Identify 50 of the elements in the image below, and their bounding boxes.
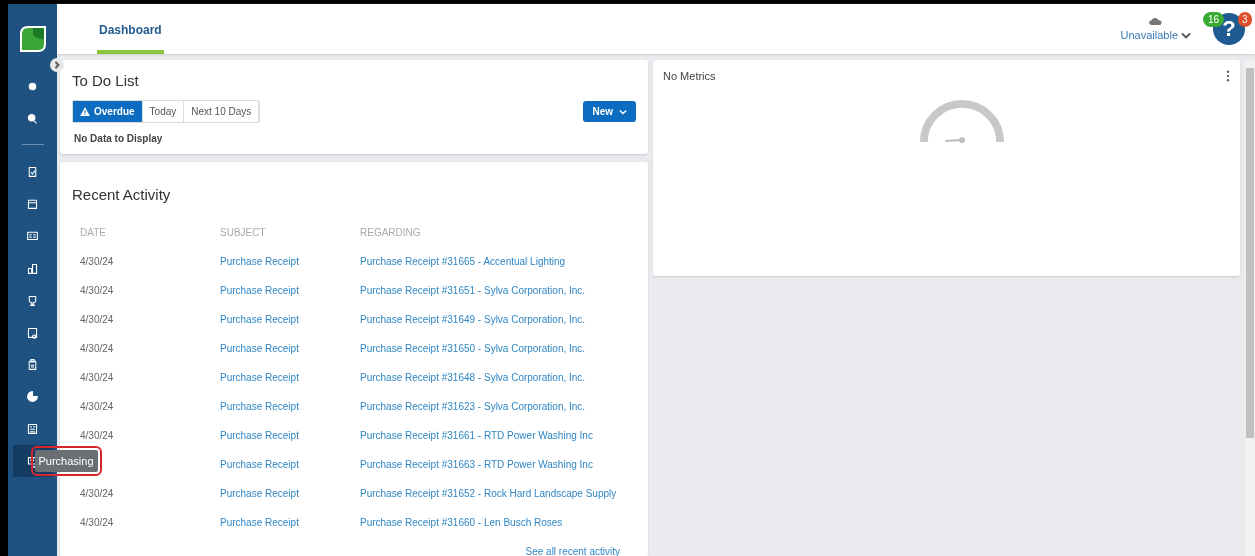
- filter-tab[interactable]: Overdue: [73, 101, 143, 122]
- regarding-link[interactable]: Purchase Receipt #31652 - Rock Hard Landscape Supply: [360, 488, 636, 517]
- chevron-down-icon: [619, 108, 627, 115]
- scrollbar[interactable]: [1245, 60, 1255, 556]
- warning-icon: [80, 107, 90, 116]
- date-cell-text: 4/30/24: [80, 343, 115, 356]
- card-title: To Do List: [72, 72, 140, 89]
- date-cell-text: 4/30/24: [80, 372, 115, 385]
- logo-icon[interactable]: [17, 24, 48, 54]
- regarding-link[interactable]: Purchase Receipt #31663 - RTD Power Washing Inc: [360, 459, 636, 488]
- subject-link[interactable]: Purchase Receipt: [220, 488, 360, 517]
- expand-icon[interactable]: [50, 58, 64, 72]
- subject-link[interactable]: Purchase Receipt: [220, 343, 360, 372]
- date-cell-text: 4/30/24: [80, 285, 115, 298]
- new-button[interactable]: New: [583, 101, 636, 122]
- subject-link[interactable]: Purchase Receipt: [220, 372, 360, 401]
- date-cell-text: 4/30/24: [80, 256, 115, 269]
- notification-badge: 3: [1238, 12, 1252, 27]
- regarding-link[interactable]: Purchase Receipt #31661 - RTD Power Washing Inc: [360, 430, 636, 459]
- regarding-link[interactable]: Purchase Receipt #31665 - Accentual Lighting: [360, 256, 636, 285]
- column-header: SUBJECT: [220, 227, 267, 240]
- cloud-icon: [1149, 17, 1163, 25]
- date-cell-text: 4/30/24: [80, 401, 115, 414]
- more-options-icon[interactable]: [1226, 70, 1230, 82]
- chevron-down-icon: [1181, 31, 1191, 39]
- date-cell-text: 4/30/24: [80, 430, 115, 443]
- empty-message: No Data to Display: [74, 133, 164, 144]
- regarding-link[interactable]: Purchase Receipt #31660 - Len Busch Roses: [360, 517, 636, 546]
- date-cell-text: 4/30/24: [80, 517, 115, 530]
- card-title: No Metrics: [663, 70, 716, 82]
- regarding-link[interactable]: Purchase Receipt #31651 - Sylva Corporation, Inc.: [360, 285, 636, 314]
- regarding-link[interactable]: Purchase Receipt #31649 - Sylva Corporation, Inc.: [360, 314, 636, 343]
- gauge-icon: [917, 100, 1006, 144]
- subject-link[interactable]: Purchase Receipt: [220, 517, 360, 546]
- subject-link[interactable]: Purchase Receipt: [220, 285, 360, 314]
- regarding-link[interactable]: Purchase Receipt #31648 - Sylva Corporation, Inc.: [360, 372, 636, 401]
- subject-link[interactable]: Purchase Receipt: [220, 459, 360, 488]
- regarding-link[interactable]: Purchase Receipt #31623 - Sylva Corporation, Inc.: [360, 401, 636, 430]
- card-title: Recent Activity: [72, 186, 172, 203]
- status-dropdown[interactable]: Unavailable: [1120, 29, 1191, 41]
- date-cell-text: 4/30/24: [80, 488, 115, 501]
- dashboard-tab[interactable]: Dashboard: [97, 22, 164, 54]
- regarding-link[interactable]: Purchase Receipt #31650 - Sylva Corporation, Inc.: [360, 343, 636, 372]
- date-cell-text: 4/30/24: [80, 314, 115, 327]
- subject-link[interactable]: Purchase Receipt: [220, 256, 360, 285]
- subject-link[interactable]: Purchase Receipt: [220, 430, 360, 459]
- subject-link[interactable]: Purchase Receipt: [220, 401, 360, 430]
- column-header: REGARDING: [360, 227, 422, 240]
- column-header: DATE: [80, 227, 107, 240]
- subject-link[interactable]: Purchase Receipt: [220, 314, 360, 343]
